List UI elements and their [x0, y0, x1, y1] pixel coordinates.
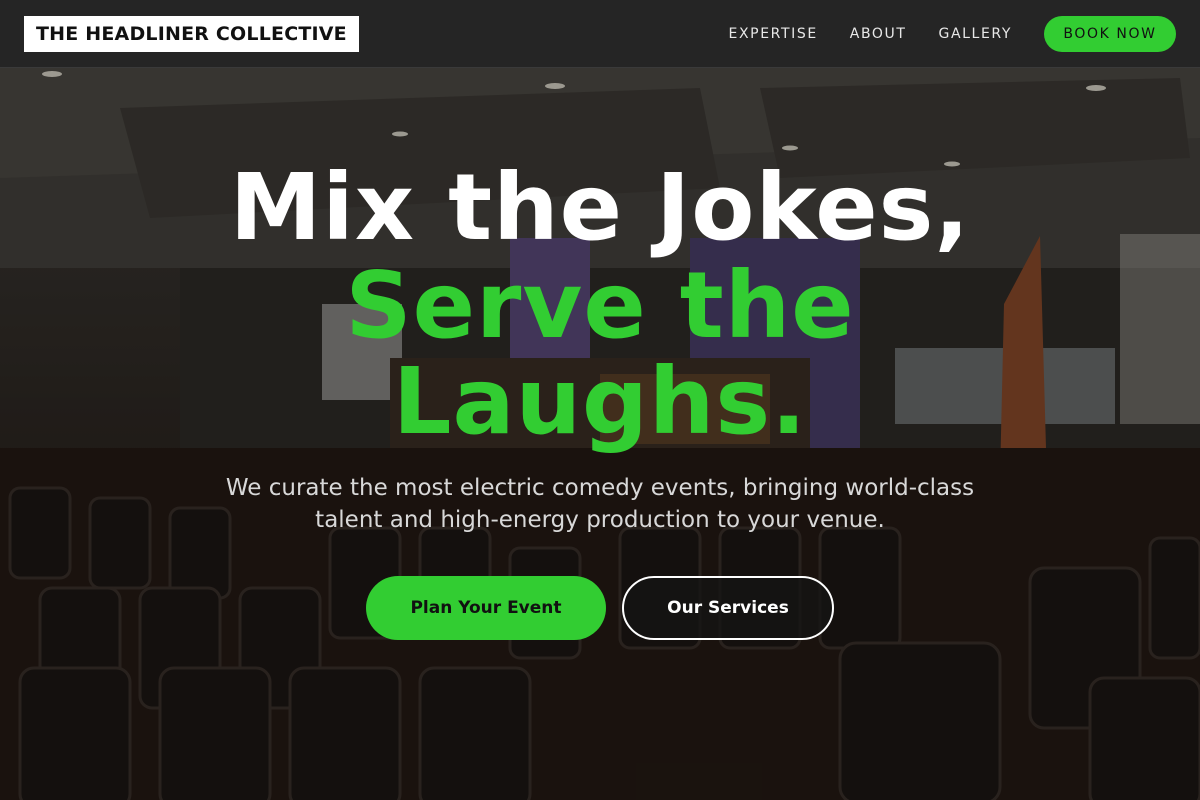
- hero-headline-line3: Laughs.: [392, 348, 808, 455]
- our-services-button[interactable]: Our Services: [622, 576, 834, 640]
- nav-link-about[interactable]: ABOUT: [850, 26, 907, 42]
- hero-subtitle: We curate the most electric comedy event…: [225, 475, 975, 533]
- site-header: THE HEADLINER COLLECTIVE EXPERTISE ABOUT…: [0, 0, 1200, 68]
- plan-your-event-button[interactable]: Plan Your Event: [366, 576, 606, 640]
- main-nav: EXPERTISE ABOUT GALLERY BOOK NOW: [729, 0, 1176, 68]
- hero-section: Mix the Jokes, Serve the Laughs. We cura…: [0, 68, 1200, 800]
- brand-logo[interactable]: THE HEADLINER COLLECTIVE: [24, 16, 359, 52]
- hero-headline-line1: Mix the Jokes,: [229, 154, 971, 261]
- hero-headline-line2: Serve the: [345, 252, 855, 359]
- book-now-button[interactable]: BOOK NOW: [1044, 16, 1176, 52]
- nav-link-gallery[interactable]: GALLERY: [939, 26, 1012, 42]
- nav-link-expertise[interactable]: EXPERTISE: [729, 26, 818, 42]
